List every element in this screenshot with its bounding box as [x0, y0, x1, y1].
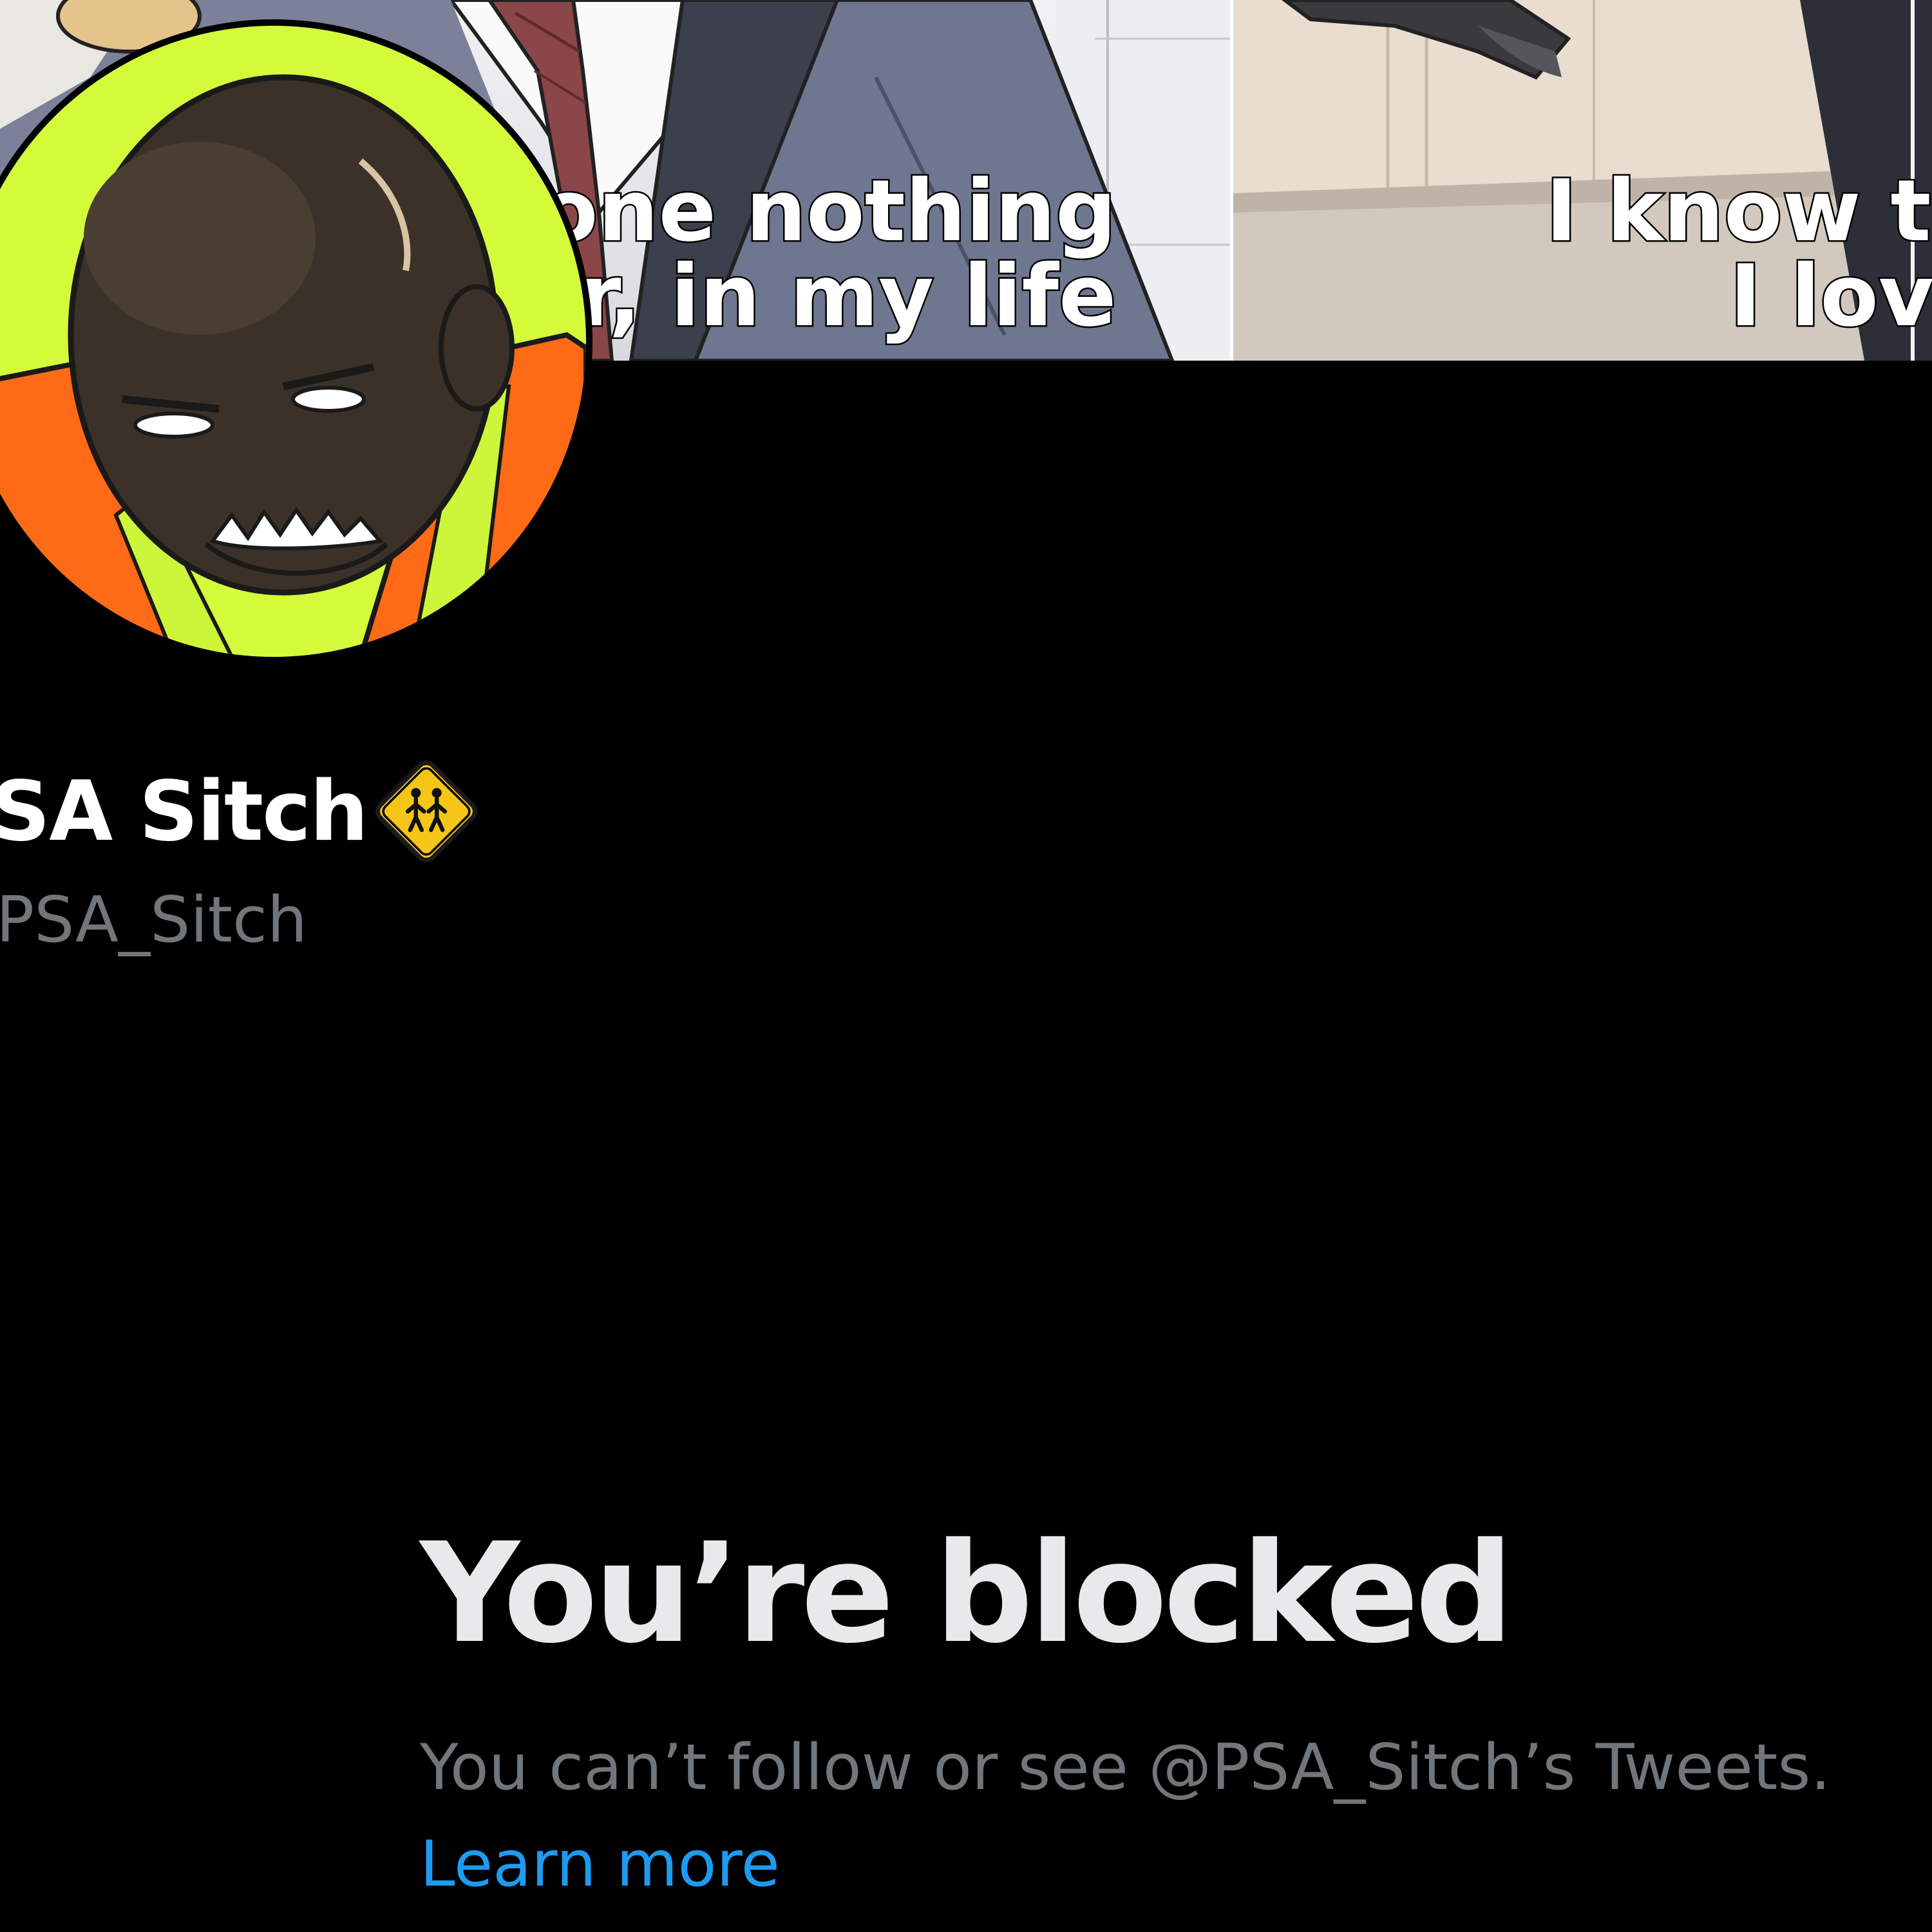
- banner-caption-left: one nothing er, in my life: [520, 162, 1118, 346]
- profile-handle: PSA_Sitch: [0, 884, 308, 957]
- display-name: SA Sitch: [0, 763, 368, 860]
- school-crossing-badge-icon[interactable]: [368, 753, 484, 869]
- banner-caption-right-line1: I know th: [1544, 162, 1932, 261]
- blocked-message-text: You can’t follow or see @PSA_Sitch’s Twe…: [420, 1731, 1831, 1804]
- learn-more-link[interactable]: Learn more: [420, 1828, 780, 1901]
- banner-caption-right: I know th I love: [1544, 162, 1932, 346]
- avatar-illustration: [0, 74, 586, 657]
- banner-caption-left-line1: one nothing: [538, 162, 1118, 261]
- blocked-message: You can’t follow or see @PSA_Sitch’s Twe…: [420, 1719, 1932, 1913]
- banner-caption-left-line2: er, in my life: [520, 247, 1117, 346]
- banner-caption-right-line2: I love: [1728, 247, 1932, 346]
- banner-panel-right: I know th I love: [1233, 0, 1932, 361]
- avatar-image: [0, 26, 586, 657]
- display-name-row: SA Sitch: [0, 753, 484, 869]
- blocked-title: You’re blocked: [420, 1513, 1513, 1674]
- profile-page: one nothing er, in my life I know t I lo…: [0, 0, 1932, 1932]
